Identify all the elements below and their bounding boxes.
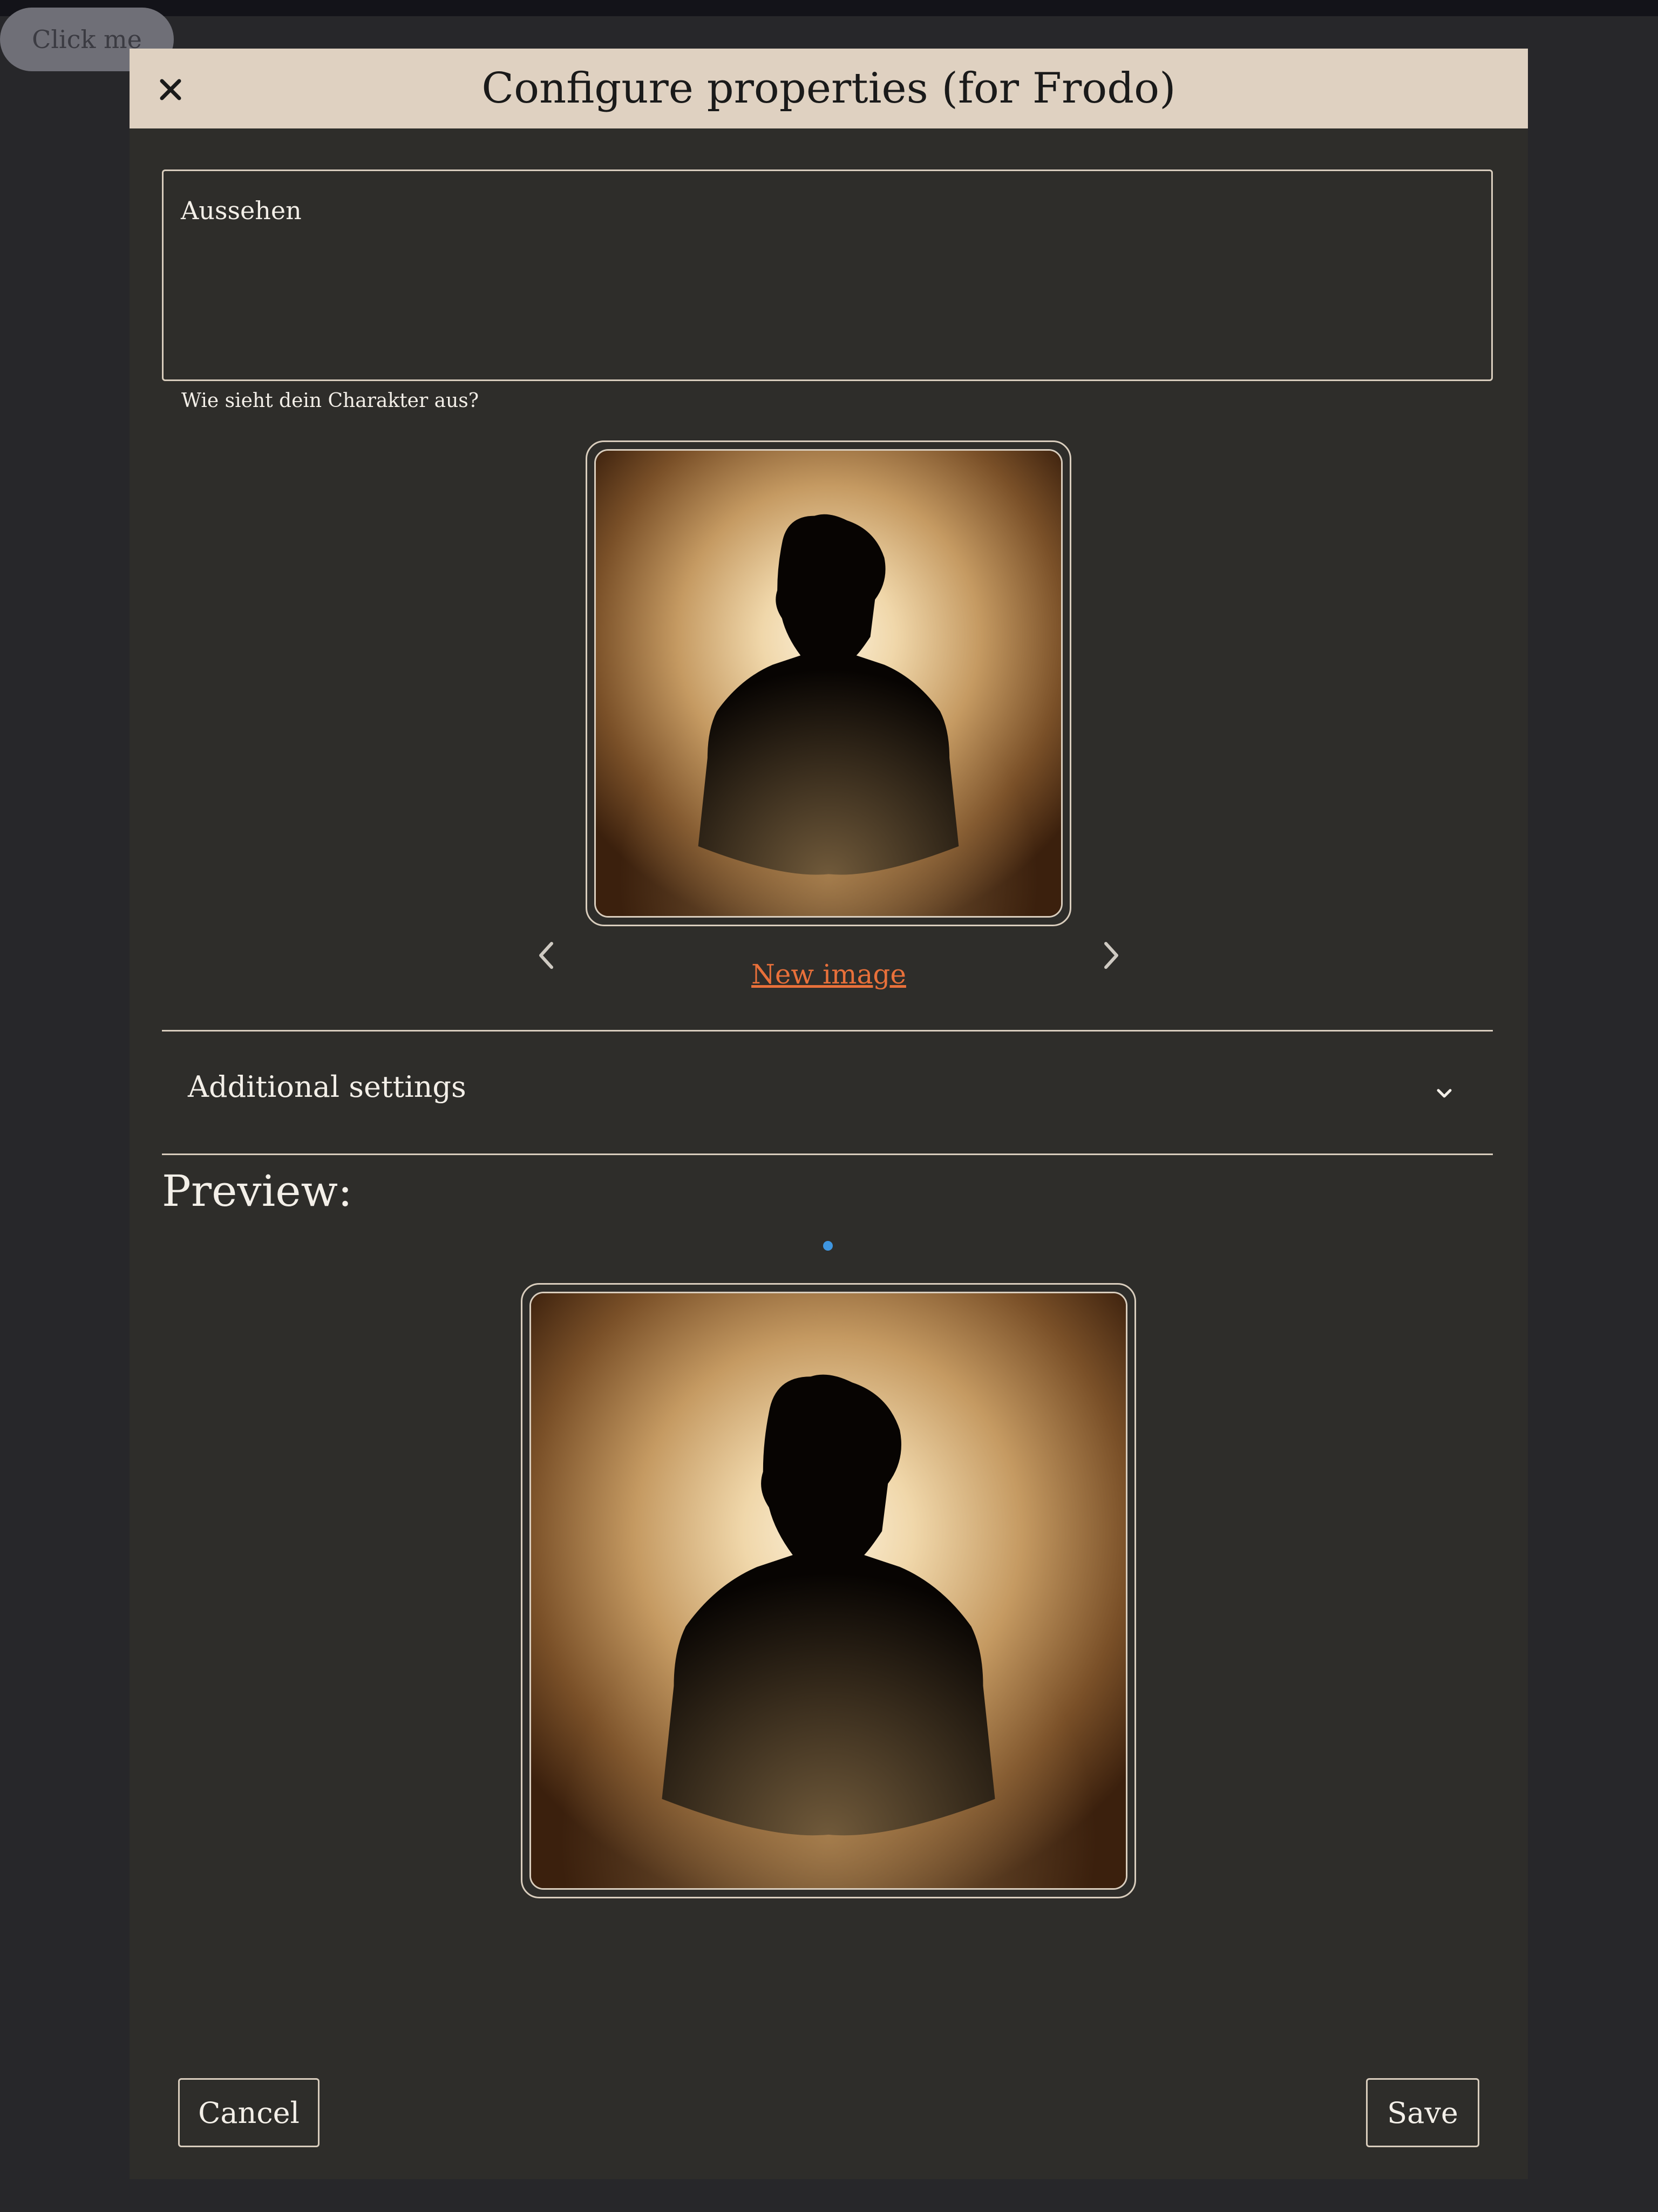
- next-image-button[interactable]: [1090, 934, 1133, 977]
- appearance-label: Aussehen: [181, 196, 302, 225]
- preview-portrait-image: [529, 1292, 1127, 1890]
- dialog-title: Configure properties (for Frodo): [481, 64, 1176, 113]
- preview-heading: Preview:: [162, 1166, 352, 1216]
- appearance-helper-text: Wie sieht dein Charakter aus?: [181, 390, 479, 412]
- close-icon: [160, 79, 181, 100]
- close-button[interactable]: [151, 70, 190, 109]
- dialog-header: Configure properties (for Frodo): [130, 49, 1528, 128]
- settings-divider-top: [162, 1030, 1493, 1032]
- settings-divider-bottom: [162, 1154, 1493, 1155]
- additional-settings-label: Additional settings: [188, 1070, 466, 1104]
- top-bar: [0, 0, 1658, 16]
- cancel-button[interactable]: Cancel: [178, 2078, 320, 2147]
- save-button[interactable]: Save: [1366, 2078, 1479, 2147]
- chevron-down-icon: [1428, 1077, 1460, 1110]
- loading-indicator-dot: [823, 1241, 833, 1251]
- chevron-right-icon: [1104, 942, 1118, 969]
- configure-properties-dialog: Configure properties (for Frodo) Aussehe…: [130, 49, 1528, 2179]
- additional-settings-toggle[interactable]: Additional settings: [162, 1034, 1493, 1153]
- character-portrait-image[interactable]: [594, 449, 1063, 918]
- new-image-link[interactable]: New image: [130, 959, 1528, 990]
- appearance-textarea[interactable]: Aussehen: [162, 169, 1493, 381]
